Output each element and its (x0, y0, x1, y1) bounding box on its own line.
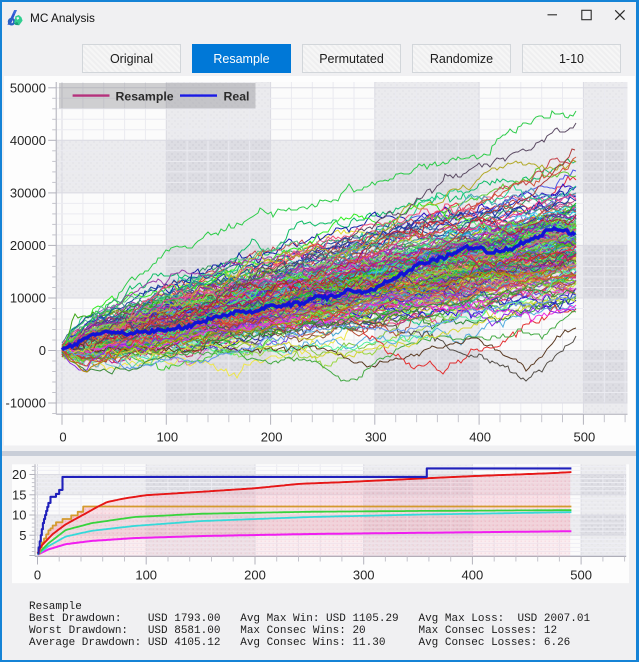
svg-text:500: 500 (570, 568, 592, 583)
svg-text:300: 300 (365, 430, 387, 445)
svg-text:200: 200 (261, 430, 283, 445)
svg-text:20000: 20000 (10, 238, 46, 253)
svg-text:10: 10 (12, 508, 26, 523)
svg-text:500: 500 (574, 430, 596, 445)
svg-text:10000: 10000 (10, 291, 46, 306)
svg-text:400: 400 (462, 568, 484, 583)
svg-text:100: 100 (156, 430, 178, 445)
svg-text:0: 0 (59, 430, 66, 445)
svg-text:Real: Real (224, 90, 250, 104)
svg-text:0: 0 (39, 343, 46, 358)
svg-text:30000: 30000 (10, 185, 46, 200)
svg-text:5: 5 (19, 528, 26, 543)
svg-text:15: 15 (12, 487, 26, 502)
svg-text:-10000: -10000 (6, 396, 46, 411)
svg-text:400: 400 (469, 430, 491, 445)
svg-text:40000: 40000 (10, 133, 46, 148)
svg-text:300: 300 (353, 568, 375, 583)
svg-text:50000: 50000 (10, 80, 46, 95)
svg-text:200: 200 (244, 568, 266, 583)
svg-text:0: 0 (34, 568, 41, 583)
svg-text:20: 20 (12, 467, 26, 482)
svg-text:Resample: Resample (116, 90, 174, 104)
svg-text:100: 100 (135, 568, 157, 583)
